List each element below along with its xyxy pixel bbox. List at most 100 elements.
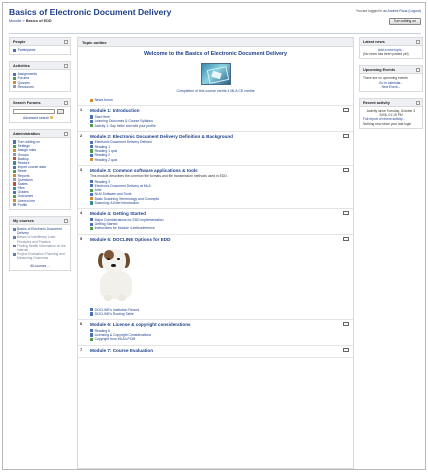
topic-section-4: 4 Module 4: Getting Started Major Consider… xyxy=(78,209,353,235)
login-text: You are logged in as xyxy=(355,9,387,13)
edit-icon xyxy=(13,140,17,144)
show-only-topic-icon[interactable] xyxy=(343,133,349,138)
admin-item-profile[interactable]: Profile xyxy=(13,203,67,207)
resource-link[interactable]: Instructions for Module 4 selfconference xyxy=(90,226,337,230)
show-only-topic-icon[interactable] xyxy=(343,211,349,216)
topic-number: 3 xyxy=(80,167,83,172)
show-only-topic-icon[interactable] xyxy=(343,322,349,327)
resource-link[interactable]: Reading 2 quiz xyxy=(90,157,337,162)
restore-icon xyxy=(13,161,17,165)
hide-block-icon[interactable] xyxy=(64,40,68,44)
hide-block-icon[interactable] xyxy=(416,68,420,73)
questions-icon xyxy=(13,178,17,182)
grades-icon xyxy=(13,190,17,194)
resource-icon xyxy=(90,201,94,205)
hide-block-icon[interactable] xyxy=(64,218,68,223)
resource-icon xyxy=(90,145,94,149)
show-only-topic-icon[interactable] xyxy=(343,236,349,241)
hide-block-icon[interactable] xyxy=(416,101,420,106)
header-divider xyxy=(9,33,421,34)
left-column: People Participants Activities Assignmen… xyxy=(9,37,71,277)
browser-frame: Basics of Electronic Document Delivery M… xyxy=(2,2,426,470)
full-report-link[interactable]: Full report of recent activity... xyxy=(363,117,405,121)
forum-icon xyxy=(90,98,94,102)
new-event-link[interactable]: New Event... xyxy=(382,85,401,89)
course-link[interactable]: Basics of Electronic Document Delivery xyxy=(13,227,67,235)
show-only-topic-icon[interactable] xyxy=(343,167,349,172)
breadcrumb-home-link[interactable]: Moodle xyxy=(9,19,21,23)
breadcrumb-current: Basics of EDD xyxy=(25,19,52,23)
right-column: Latest news Add a new topic... (No news … xyxy=(359,37,423,135)
unenrol-icon xyxy=(13,199,17,203)
resource-label: Reading 2 quiz xyxy=(94,157,118,162)
help-icon[interactable] xyxy=(50,115,54,119)
resource-icon xyxy=(90,333,94,337)
activity-item-label: Resources xyxy=(17,84,34,89)
people-block: People Participants xyxy=(9,37,71,56)
resource-icon xyxy=(90,184,94,188)
resource-link[interactable]: Scanning: A Brief Introduction xyxy=(90,201,337,205)
topic-content: Module 6: License & copyright considerat… xyxy=(90,320,337,344)
hide-block-icon[interactable] xyxy=(64,100,68,105)
resource-icon xyxy=(90,179,94,184)
topic-number: 5 xyxy=(80,236,83,241)
course-link[interactable]: Project Evaluation: Planning and Measuri… xyxy=(13,252,67,260)
all-courses-link[interactable]: All courses ... xyxy=(10,263,70,270)
resource-icon xyxy=(13,85,17,89)
hide-block-icon[interactable] xyxy=(64,131,68,136)
activities-block-title: Activities xyxy=(10,62,70,71)
login-user-link[interactable]: Andrea Runa (Logout) xyxy=(387,9,421,13)
course-link[interactable]: Basics of Interlibrary Loan: Principles … xyxy=(13,235,67,244)
backup-icon xyxy=(13,157,17,161)
topic-content: Module 1: Introduction Start Here Learning… xyxy=(90,106,337,130)
activity-item-resources[interactable]: Resources xyxy=(13,85,67,89)
show-only-topic-icon[interactable] xyxy=(343,347,349,352)
resource-icon xyxy=(90,149,94,153)
activities-list: Assignments Forums Quizzes Resources xyxy=(10,70,70,91)
hide-block-icon[interactable] xyxy=(64,64,68,69)
topic-section-1: 1 Module 1: Introduction Start Here Learnin… xyxy=(78,106,353,132)
hide-block-icon[interactable] xyxy=(416,40,420,44)
topic-number: 4 xyxy=(80,211,83,216)
search-go-button[interactable] xyxy=(57,108,64,114)
outcomes-icon xyxy=(13,194,17,199)
topic-section-7: 7 Module 7: Course Evaluation xyxy=(78,346,353,359)
groups-icon xyxy=(13,153,17,157)
topic-number: 2 xyxy=(80,133,83,138)
resource-link[interactable]: Activity 1: Say hello! and edit your pro… xyxy=(90,123,337,128)
resource-icon xyxy=(90,308,94,312)
participants-icon xyxy=(13,48,17,52)
resource-icon xyxy=(90,329,94,333)
course-link[interactable]: Finding Health Information on the Intern… xyxy=(13,244,67,252)
credits-text: Completion of this course merits 4 MLA C… xyxy=(176,89,255,93)
resource-icon xyxy=(90,337,94,341)
topic-section-2: 2 Module 2: Electronic Document Delivery … xyxy=(78,132,353,166)
show-only-topic-icon[interactable] xyxy=(343,108,349,113)
turn-editing-on-button[interactable]: Turn editing on xyxy=(388,18,421,25)
news-forum-link[interactable]: News forum xyxy=(90,98,353,102)
recent-activity-title: Recent activity xyxy=(360,99,422,108)
course-content: Topic outline Welcome to the Basics of E… xyxy=(77,37,354,469)
resource-label: Scanning: A Brief Introduction xyxy=(94,201,140,205)
people-item-participants[interactable]: Participants xyxy=(13,48,67,52)
topic-section-3: 3 Module 3: Common software applications … xyxy=(78,166,353,210)
people-item-label: Participants xyxy=(17,48,36,53)
search-input[interactable] xyxy=(13,108,55,114)
settings-icon xyxy=(13,144,17,148)
scales-icon xyxy=(13,182,17,186)
resource-icon xyxy=(90,123,94,128)
topic-content: Module 2: Electronic Document Delivery D… xyxy=(90,132,337,165)
page-header: Basics of Electronic Document Delivery M… xyxy=(9,7,421,31)
advanced-search-link[interactable]: Advanced search xyxy=(23,116,49,120)
resource-link[interactable]: Copyright from MLA/LPOM xyxy=(90,337,337,341)
topic-title: Module 5: DOCLINE Options for EDD xyxy=(90,236,171,242)
breadcrumb-separator: » xyxy=(22,19,25,23)
resource-link[interactable]: DOCLINE's Routing Table xyxy=(90,312,337,316)
latest-news-title: Latest news xyxy=(360,38,422,46)
upcoming-events-title: Upcoming Events xyxy=(360,66,422,75)
resource-icon xyxy=(90,312,94,316)
latest-news-block: Latest news Add a new topic... (No news … xyxy=(359,37,423,60)
site-title: Basics of Electronic Document Delivery xyxy=(9,7,172,17)
welcome-heading: Welcome to the Basics of Electronic Docu… xyxy=(143,51,288,57)
resource-label: Copyright from MLA/LPOM xyxy=(94,337,136,342)
